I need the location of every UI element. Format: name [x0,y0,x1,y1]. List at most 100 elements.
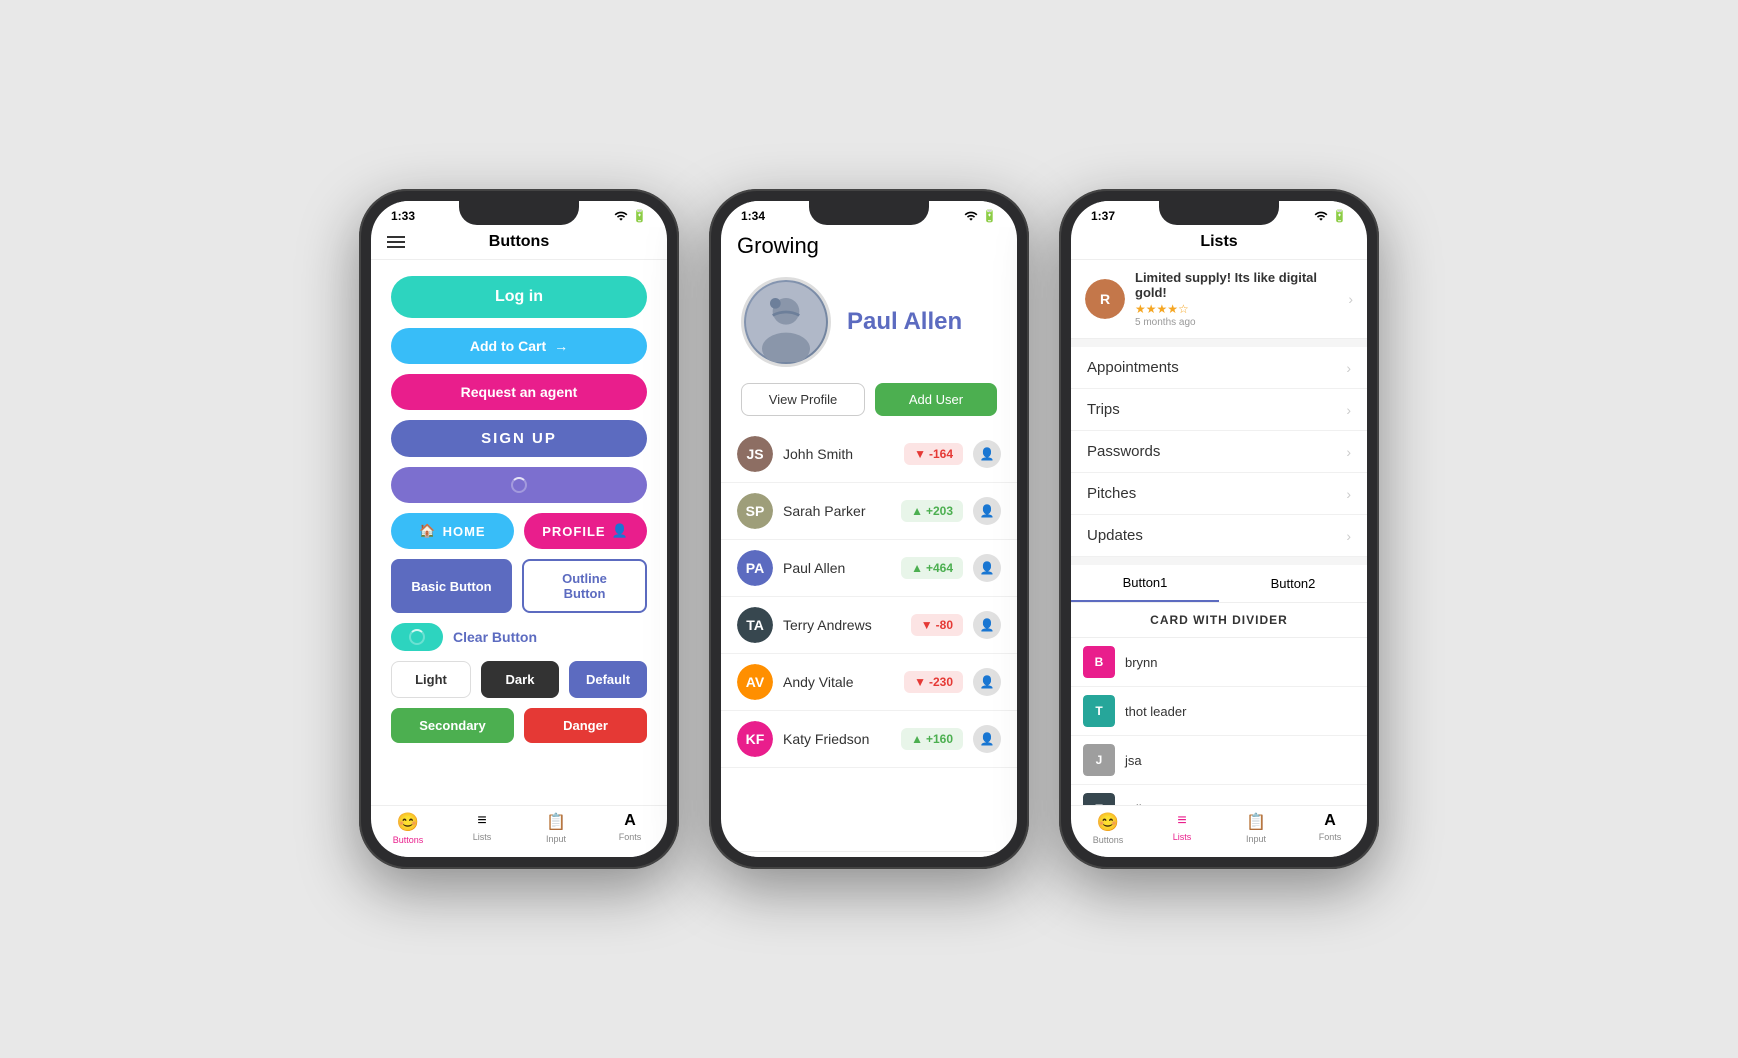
battery-icon-2: 🔋 [982,209,997,223]
phone-growing: 1:34 🔋 Growing [709,189,1029,869]
score-value-4: -80 [936,618,953,632]
appointments-label: Appointments [1087,359,1346,376]
user-row[interactable]: PA Paul Allen ▲ +464 👤 [721,540,1017,597]
phone2-screen: 1:34 🔋 Growing [721,201,1017,857]
phone1-status-bar: 1:33 🔋 [371,201,667,227]
review-card[interactable]: R Limited supply! Its like digital gold!… [1071,260,1367,339]
outline-button[interactable]: Outline Button [522,559,647,613]
updates-label: Updates [1087,527,1346,544]
user-row[interactable]: TA Terry Andrews ▼ -80 👤 [721,597,1017,654]
phone3-tab-fonts[interactable]: A Fonts [1293,812,1367,845]
card-item-jsa[interactable]: J jsa [1071,736,1367,785]
signup-button[interactable]: SIGN UP [391,420,647,457]
list-item-pitches[interactable]: Pitches › [1071,473,1367,515]
home-button[interactable]: 🏠 HOME [391,513,514,549]
contact-icon-6[interactable]: 👤 [973,725,1001,753]
tab-button2[interactable]: Button2 [1219,565,1367,602]
phone3-tab-input[interactable]: 📋 Input [1219,812,1293,845]
list-item-appointments[interactable]: Appointments › [1071,347,1367,389]
agent-button[interactable]: Request an agent [391,374,647,410]
phone1-screen: 1:33 🔋 Buttons Log in Add to Cart → [371,201,667,857]
phones-container: 1:33 🔋 Buttons Log in Add to Cart → [359,189,1379,869]
score-value-3: +464 [926,561,953,575]
contact-icon-5[interactable]: 👤 [973,668,1001,696]
tab-lists[interactable]: ≡ Lists [445,812,519,845]
phone2-home-indicator [721,851,1017,857]
tab-input[interactable]: 📋 Input [519,812,593,845]
score-value-5: -230 [929,675,953,689]
list-item-updates[interactable]: Updates › [1071,515,1367,557]
default-button[interactable]: Default [569,661,647,698]
user-row[interactable]: KF Katy Friedson ▲ +160 👤 [721,711,1017,768]
phone3-screen: 1:37 🔋 Lists R Limited supply! Its like … [1071,201,1367,857]
score-value-6: +160 [926,732,953,746]
basic-outline-row: Basic Button Outline Button [391,559,647,613]
card-item-thot[interactable]: T thot leader [1071,687,1367,736]
score-value-2: +203 [926,504,953,518]
user-row[interactable]: SP Sarah Parker ▲ +203 👤 [721,483,1017,540]
contact-icon-2[interactable]: 👤 [973,497,1001,525]
phone3-tab-lists[interactable]: ≡ Lists [1145,812,1219,845]
user-row[interactable]: AV Andy Vitale ▼ -230 👤 [721,654,1017,711]
tab-button1[interactable]: Button1 [1071,565,1219,602]
fonts-tab-label: Fonts [619,832,642,842]
view-profile-button[interactable]: View Profile [741,383,865,416]
card-divider-header: CARD WITH DIVIDER [1071,603,1367,638]
toggle-clear-row: Clear Button [391,623,647,651]
addcart-button[interactable]: Add to Cart → [391,328,647,364]
lists-tab-icon: ≡ [477,812,486,830]
phone3-input-label: Input [1246,834,1266,844]
contact-icon-4[interactable]: 👤 [973,611,1001,639]
avatar-circle-6: KF [737,721,773,757]
user-avatar-4: TA [737,607,773,643]
talha-avatar-circle: T [1083,793,1115,805]
user-score-4: ▼ -80 [911,614,963,636]
user-score-1: ▼ -164 [904,443,963,465]
phone3-home-indicator [1071,853,1367,857]
dark-button[interactable]: Dark [481,661,559,698]
list-item-passwords[interactable]: Passwords › [1071,431,1367,473]
toggle-button[interactable] [391,623,443,651]
review-avatar: R [1085,279,1125,319]
phone3-tab-buttons[interactable]: 😊 Buttons [1071,812,1145,845]
growing-header: Growing [721,227,1017,267]
basic-button[interactable]: Basic Button [391,559,512,613]
user-name-5: Andy Vitale [783,674,894,690]
phone3-fonts-icon: A [1324,812,1336,830]
phone3-status-bar: 1:37 🔋 [1071,201,1367,227]
avatar-circle-4: TA [737,607,773,643]
phone3-buttons-icon: 😊 [1097,812,1119,833]
avatar-circle-5: AV [737,664,773,700]
tab-fonts[interactable]: A Fonts [593,812,667,845]
score-arrow-2: ▲ [911,504,923,518]
clear-button[interactable]: Clear Button [453,629,537,645]
contact-icon-1[interactable]: 👤 [973,440,1001,468]
spinner-icon [511,477,527,493]
card-item-brynn[interactable]: B brynn [1071,638,1367,687]
loading-button[interactable] [391,467,647,503]
card-item-talha[interactable]: T talhaconcepts [1071,785,1367,805]
hamburger-menu[interactable] [387,236,405,248]
score-arrow-5: ▼ [914,675,926,689]
login-button[interactable]: Log in [391,276,647,318]
user-name-3: Paul Allen [783,560,891,576]
user-row[interactable]: JS Johh Smith ▼ -164 👤 [721,426,1017,483]
secondary-button[interactable]: Secondary [391,708,514,743]
home-indicator [371,853,667,857]
list-item-trips[interactable]: Trips › [1071,389,1367,431]
danger-button[interactable]: Danger [524,708,647,743]
add-user-button[interactable]: Add User [875,383,997,416]
light-button[interactable]: Light [391,661,471,698]
input-tab-icon: 📋 [546,812,566,832]
home-label: HOME [443,524,486,539]
chevron-right-icon: › [1348,291,1353,307]
profile-button[interactable]: PROFILE 👤 [524,513,647,549]
contact-icon-3[interactable]: 👤 [973,554,1001,582]
passwords-chevron: › [1346,444,1351,460]
profile-name: Paul Allen [847,308,962,336]
tab-buttons[interactable]: 😊 Buttons [371,812,445,845]
phone3-lists-label: Lists [1173,832,1192,842]
trips-chevron: › [1346,402,1351,418]
phone2-time: 1:34 [741,209,765,223]
user-score-6: ▲ +160 [901,728,963,750]
